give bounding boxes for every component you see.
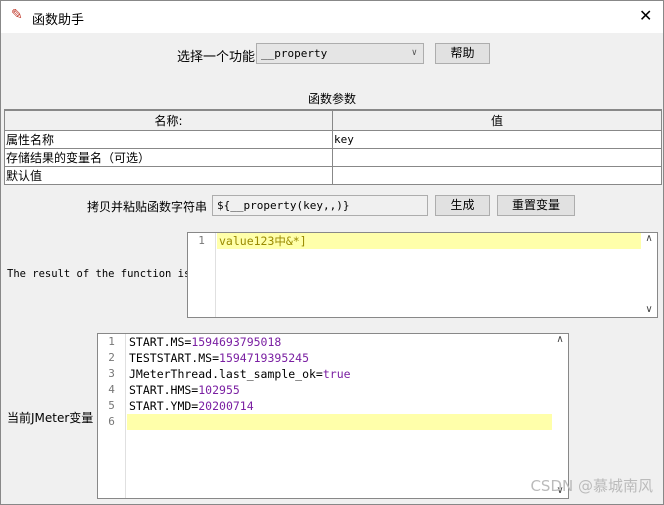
variables-editor[interactable]: 123456 START.MS=1594693795018 TESTSTART.M… xyxy=(97,333,569,499)
title-bar: ✎ 函数助手 ✕ xyxy=(1,1,663,33)
chevron-down-icon: ∨ xyxy=(411,48,417,58)
scroll-up-icon[interactable]: ∧ xyxy=(552,334,568,345)
function-select[interactable]: __property ∨ xyxy=(256,43,424,64)
line-gutter: 1 xyxy=(188,233,216,317)
param-value[interactable]: key xyxy=(332,129,662,149)
line-gutter: 123456 xyxy=(98,334,126,498)
table-row[interactable]: 属性名称 key xyxy=(4,129,662,149)
variable-line: START.YMD=20200714 xyxy=(127,398,552,414)
result-label: The result of the function is xyxy=(7,268,191,280)
variable-value: 102955 xyxy=(198,383,240,397)
variable-line: JMeterThread.last_sample_ok=true xyxy=(127,366,552,382)
params-title: 函数参数 xyxy=(308,92,357,106)
scrollbar[interactable]: ∧ ∨ xyxy=(552,334,568,498)
variable-key: TESTSTART.MS= xyxy=(129,351,220,365)
variable-line: START.MS=1594693795018 xyxy=(127,334,552,350)
result-line: value123中&*] xyxy=(217,233,641,249)
variable-value: 20200714 xyxy=(198,399,254,413)
column-header-name: 名称: xyxy=(4,109,333,131)
params-table: 名称: 值 属性名称 key 存储结果的变量名（可选） 默认值 xyxy=(4,109,662,185)
function-select-value: __property xyxy=(261,47,328,60)
scroll-down-icon[interactable]: ∨ xyxy=(641,304,657,315)
variable-key: START.YMD= xyxy=(129,399,199,413)
variable-value: 1594693795018 xyxy=(191,335,282,349)
variable-line: START.HMS=102955 xyxy=(127,382,552,398)
param-value[interactable] xyxy=(332,165,662,185)
table-row[interactable]: 存储结果的变量名（可选） xyxy=(4,147,662,167)
scroll-up-icon[interactable]: ∧ xyxy=(641,233,657,244)
param-value[interactable] xyxy=(332,147,662,167)
variable-line: TESTSTART.MS=1594719395245 xyxy=(127,350,552,366)
generate-button[interactable]: 生成 xyxy=(435,195,490,216)
param-name: 存储结果的变量名（可选） xyxy=(4,147,333,167)
scrollbar[interactable]: ∧ ∨ xyxy=(641,233,657,317)
help-button[interactable]: 帮助 xyxy=(435,43,490,64)
copy-label: 拷贝并粘贴函数字符串 xyxy=(87,200,208,214)
table-row[interactable]: 默认值 xyxy=(4,165,662,185)
watermark: CSDN @慕城南风 xyxy=(530,477,653,495)
function-helper-dialog: ✎ 函数助手 ✕ 选择一个功能 __property ∨ 帮助 函数参数 名称:… xyxy=(0,0,664,505)
variable-value: 1594719395245 xyxy=(219,351,310,365)
param-name: 默认值 xyxy=(4,165,333,185)
variable-value: true xyxy=(322,367,351,381)
reset-variables-button[interactable]: 重置变量 xyxy=(497,195,575,216)
result-editor[interactable]: 1 value123中&*] ∧ ∨ xyxy=(187,232,658,318)
param-name: 属性名称 xyxy=(4,129,333,149)
window-title: 函数助手 xyxy=(32,13,85,28)
close-icon[interactable]: ✕ xyxy=(639,6,652,25)
feather-icon: ✎ xyxy=(11,7,23,23)
variable-key: JMeterThread.last_sample_ok= xyxy=(129,367,323,381)
column-header-value: 值 xyxy=(332,109,662,131)
variable-key: START.HMS= xyxy=(129,383,199,397)
function-select-label: 选择一个功能 xyxy=(177,50,256,65)
variables-label: 当前JMeter变量 xyxy=(7,411,94,425)
variable-line xyxy=(127,414,552,430)
function-string-field[interactable]: ${__property(key,,)} xyxy=(212,195,428,216)
variable-key: START.MS= xyxy=(129,335,192,349)
